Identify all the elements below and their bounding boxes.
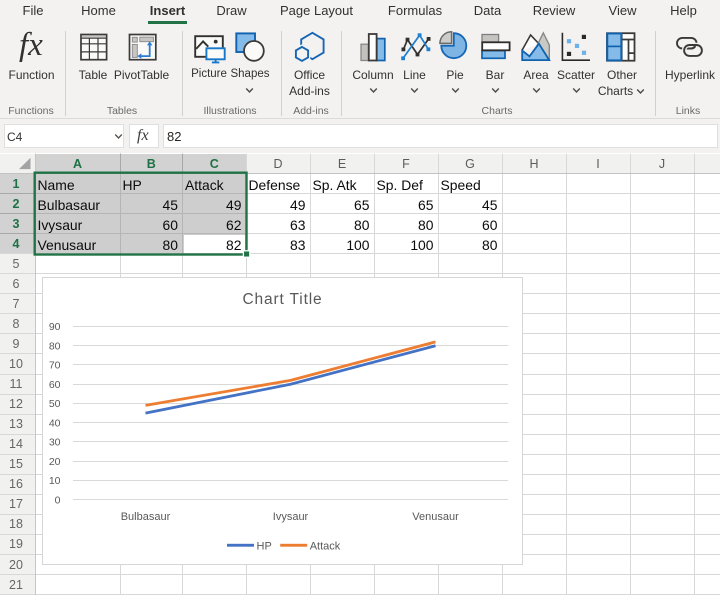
svg-text:30: 30 (49, 437, 61, 449)
svg-text:Attack: Attack (310, 541, 341, 553)
svg-text:80: 80 (49, 340, 61, 352)
svg-text:50: 50 (49, 398, 61, 410)
svg-text:60: 60 (49, 379, 61, 391)
svg-text:90: 90 (49, 321, 61, 333)
svg-text:0: 0 (55, 494, 61, 506)
svg-text:HP: HP (257, 541, 272, 553)
svg-text:Bulbasaur: Bulbasaur (121, 511, 171, 523)
svg-text:Venusaur: Venusaur (412, 511, 459, 523)
svg-text:Chart Title: Chart Title (243, 291, 323, 308)
svg-text:40: 40 (49, 417, 61, 429)
svg-text:Ivysaur: Ivysaur (273, 511, 309, 523)
svg-text:20: 20 (49, 456, 61, 468)
svg-text:70: 70 (49, 360, 61, 372)
svg-text:10: 10 (49, 475, 61, 487)
